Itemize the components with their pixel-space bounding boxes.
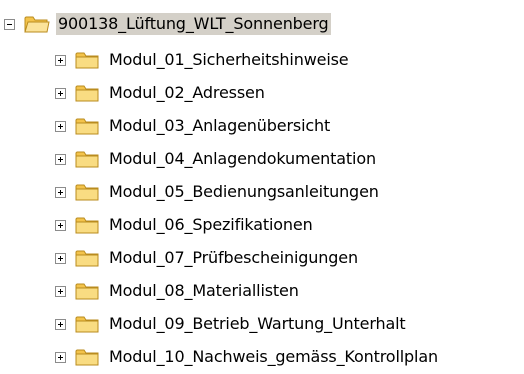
tree-node-label[interactable]: Modul_05_Bedienungsanleitungen xyxy=(107,181,381,203)
tree-node-modul-06[interactable]: Modul_06_Spezifikationen xyxy=(55,210,315,240)
expand-toggle-icon[interactable] xyxy=(55,87,66,99)
tree-node-label[interactable]: Modul_03_Anlagenübersicht xyxy=(107,115,332,137)
tree-node-label[interactable]: Modul_04_Anlagendokumentation xyxy=(107,148,378,170)
folder-open-icon xyxy=(24,16,50,33)
tree-root-label[interactable]: 900138_Lüftung_WLT_Sonnenberg xyxy=(56,13,331,35)
tree-root-node[interactable]: 900138_Lüftung_WLT_Sonnenberg xyxy=(4,9,331,39)
folder-icon xyxy=(75,184,99,201)
tree-node-label[interactable]: Modul_10_Nachweis_gemäss_Kontrollplan xyxy=(107,346,440,368)
folder-tree: 900138_Lüftung_WLT_Sonnenberg Modul_01_S… xyxy=(0,0,524,374)
tree-node-modul-05[interactable]: Modul_05_Bedienungsanleitungen xyxy=(55,177,381,207)
expand-toggle-icon[interactable] xyxy=(55,318,66,330)
folder-icon xyxy=(75,151,99,168)
tree-node-label[interactable]: Modul_01_Sicherheitshinweise xyxy=(107,49,351,71)
tree-node-label[interactable]: Modul_08_Materiallisten xyxy=(107,280,301,302)
folder-icon xyxy=(75,316,99,333)
tree-node-modul-07[interactable]: Modul_07_Prüfbescheinigungen xyxy=(55,243,360,273)
folder-icon xyxy=(75,250,99,267)
expand-toggle-icon[interactable] xyxy=(55,252,66,264)
expand-toggle-icon[interactable] xyxy=(55,351,66,363)
expand-toggle-icon[interactable] xyxy=(55,285,66,297)
tree-node-modul-04[interactable]: Modul_04_Anlagendokumentation xyxy=(55,144,378,174)
folder-icon xyxy=(75,349,99,366)
tree-node-label[interactable]: Modul_02_Adressen xyxy=(107,82,267,104)
tree-node-label[interactable]: Modul_06_Spezifikationen xyxy=(107,214,315,236)
expand-toggle-icon[interactable] xyxy=(55,120,66,132)
expand-toggle-icon[interactable] xyxy=(55,54,66,66)
tree-node-modul-02[interactable]: Modul_02_Adressen xyxy=(55,78,267,108)
expand-toggle-icon[interactable] xyxy=(55,153,66,165)
folder-icon xyxy=(75,85,99,102)
folder-icon xyxy=(75,52,99,69)
tree-node-modul-08[interactable]: Modul_08_Materiallisten xyxy=(55,276,301,306)
tree-node-modul-09[interactable]: Modul_09_Betrieb_Wartung_Unterhalt xyxy=(55,309,408,339)
tree-node-modul-10[interactable]: Modul_10_Nachweis_gemäss_Kontrollplan xyxy=(55,342,440,372)
folder-icon xyxy=(75,118,99,135)
folder-icon xyxy=(75,283,99,300)
tree-node-label[interactable]: Modul_09_Betrieb_Wartung_Unterhalt xyxy=(107,313,408,335)
tree-node-label[interactable]: Modul_07_Prüfbescheinigungen xyxy=(107,247,360,269)
tree-node-modul-01[interactable]: Modul_01_Sicherheitshinweise xyxy=(55,45,351,75)
collapse-toggle-icon[interactable] xyxy=(4,18,15,30)
expand-toggle-icon[interactable] xyxy=(55,219,66,231)
folder-icon xyxy=(75,217,99,234)
expand-toggle-icon[interactable] xyxy=(55,186,66,198)
tree-node-modul-03[interactable]: Modul_03_Anlagenübersicht xyxy=(55,111,332,141)
